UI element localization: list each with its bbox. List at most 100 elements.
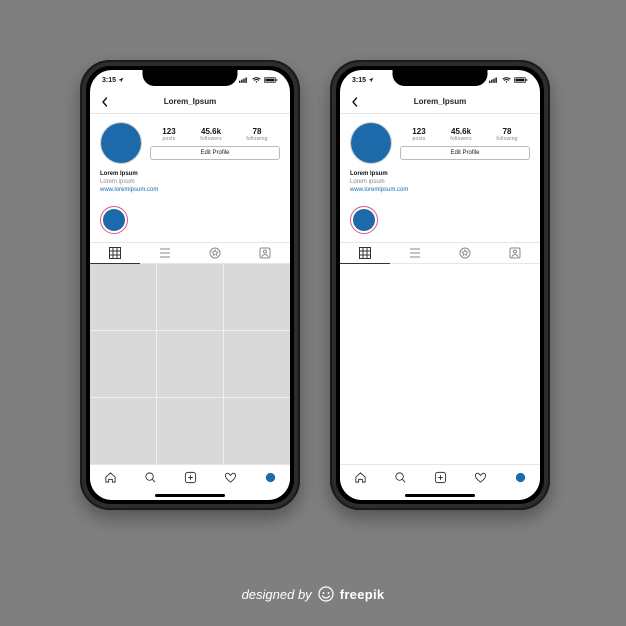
stat-followers[interactable]: 45.6k followers <box>450 127 472 142</box>
posts-grid <box>90 264 290 464</box>
bio-text: Lorem ipsum <box>100 178 280 186</box>
list-icon <box>159 247 171 259</box>
home-indicator[interactable] <box>340 490 540 500</box>
story-highlights <box>340 200 540 242</box>
profile-username: Lorem_Ipsum <box>340 97 540 106</box>
story-highlights <box>90 200 290 242</box>
nav-add[interactable] <box>420 465 460 490</box>
phone-mockup-right: 3:15 Lorem_Ipsum <box>330 60 550 510</box>
stat-following-value: 78 <box>246 127 267 136</box>
nav-home[interactable] <box>340 465 380 490</box>
post-thumbnail[interactable] <box>157 331 223 397</box>
location-arrow-icon <box>368 77 374 83</box>
edit-profile-button[interactable]: Edit Profile <box>400 146 530 160</box>
post-thumbnail[interactable] <box>224 398 290 464</box>
post-thumbnail[interactable] <box>224 331 290 397</box>
home-icon <box>354 471 367 484</box>
bottom-nav <box>90 464 290 490</box>
tab-grid[interactable] <box>340 243 390 264</box>
bio-link[interactable]: www.loremipsum.com <box>350 186 530 194</box>
grid-icon <box>359 247 371 259</box>
post-thumbnail[interactable] <box>90 331 156 397</box>
bio-text: Lorem ipsum <box>350 178 530 186</box>
bio-link[interactable]: www.loremipsum.com <box>100 186 280 194</box>
profile-header: Lorem_Ipsum <box>340 90 540 114</box>
star-badge-icon <box>459 247 471 259</box>
stat-following-label: following <box>246 136 267 142</box>
stat-followers-label: followers <box>450 136 472 142</box>
search-icon <box>394 471 407 484</box>
tab-tagged-star[interactable] <box>190 243 240 263</box>
battery-icon <box>264 77 278 83</box>
stat-followers-value: 45.6k <box>450 127 472 136</box>
edit-profile-button[interactable]: Edit Profile <box>150 146 280 160</box>
post-thumbnail[interactable] <box>90 264 156 330</box>
profile-section: 123 posts 45.6k followers 78 following <box>90 114 290 200</box>
story-highlight[interactable] <box>100 206 128 234</box>
attribution-by: designed by <box>242 587 312 602</box>
notch <box>393 70 488 86</box>
tab-list[interactable] <box>390 243 440 263</box>
stat-following[interactable]: 78 following <box>496 127 517 142</box>
story-highlight[interactable] <box>350 206 378 234</box>
profile-tabs <box>340 242 540 264</box>
profile-bio: Lorem Ipsum Lorem ipsum www.loremipsum.c… <box>350 170 530 194</box>
back-button[interactable] <box>348 95 362 109</box>
nav-home[interactable] <box>90 465 130 490</box>
screen: 3:15 Lorem_Ipsum <box>340 70 540 500</box>
stat-followers-label: followers <box>200 136 222 142</box>
post-thumbnail[interactable] <box>157 264 223 330</box>
battery-icon <box>514 77 528 83</box>
profile-username: Lorem_Ipsum <box>90 97 290 106</box>
signal-icon <box>489 77 499 83</box>
profile-avatar-icon <box>264 471 277 484</box>
post-thumbnail[interactable] <box>157 398 223 464</box>
notch <box>143 70 238 86</box>
post-thumbnail[interactable] <box>224 264 290 330</box>
posts-empty <box>340 264 540 464</box>
profile-tabs <box>90 242 290 264</box>
person-square-icon <box>259 247 271 259</box>
profile-avatar[interactable] <box>350 122 392 164</box>
screen: 3:15 Lorem_Ipsum <box>90 70 290 500</box>
list-icon <box>409 247 421 259</box>
home-indicator[interactable] <box>90 490 290 500</box>
profile-bio: Lorem Ipsum Lorem ipsum www.loremipsum.c… <box>100 170 280 194</box>
profile-avatar-icon <box>514 471 527 484</box>
stat-posts[interactable]: 123 posts <box>412 127 425 142</box>
search-icon <box>144 471 157 484</box>
post-thumbnail[interactable] <box>90 398 156 464</box>
add-post-icon <box>434 471 447 484</box>
tab-list[interactable] <box>140 243 190 263</box>
tab-tagged[interactable] <box>240 243 290 263</box>
profile-header: Lorem_Ipsum <box>90 90 290 114</box>
attribution-brand: freepik <box>340 587 385 602</box>
profile-section: 123 posts 45.6k followers 78 following <box>340 114 540 200</box>
person-square-icon <box>509 247 521 259</box>
nav-search[interactable] <box>130 465 170 490</box>
nav-activity[interactable] <box>210 465 250 490</box>
grid-icon <box>109 247 121 259</box>
bottom-nav <box>340 464 540 490</box>
profile-avatar[interactable] <box>100 122 142 164</box>
nav-profile[interactable] <box>250 465 290 490</box>
location-arrow-icon <box>118 77 124 83</box>
stat-following[interactable]: 78 following <box>246 127 267 142</box>
tab-grid[interactable] <box>90 243 140 264</box>
stat-followers-value: 45.6k <box>200 127 222 136</box>
nav-profile[interactable] <box>500 465 540 490</box>
stat-posts[interactable]: 123 posts <box>162 127 175 142</box>
status-time: 3:15 <box>102 77 116 84</box>
nav-search[interactable] <box>380 465 420 490</box>
stat-following-label: following <box>496 136 517 142</box>
tab-tagged-star[interactable] <box>440 243 490 263</box>
chevron-left-icon <box>100 97 110 107</box>
heart-icon <box>224 471 237 484</box>
nav-activity[interactable] <box>460 465 500 490</box>
add-post-icon <box>184 471 197 484</box>
back-button[interactable] <box>98 95 112 109</box>
nav-add[interactable] <box>170 465 210 490</box>
stat-followers[interactable]: 45.6k followers <box>200 127 222 142</box>
wifi-icon <box>502 77 511 83</box>
tab-tagged[interactable] <box>490 243 540 263</box>
